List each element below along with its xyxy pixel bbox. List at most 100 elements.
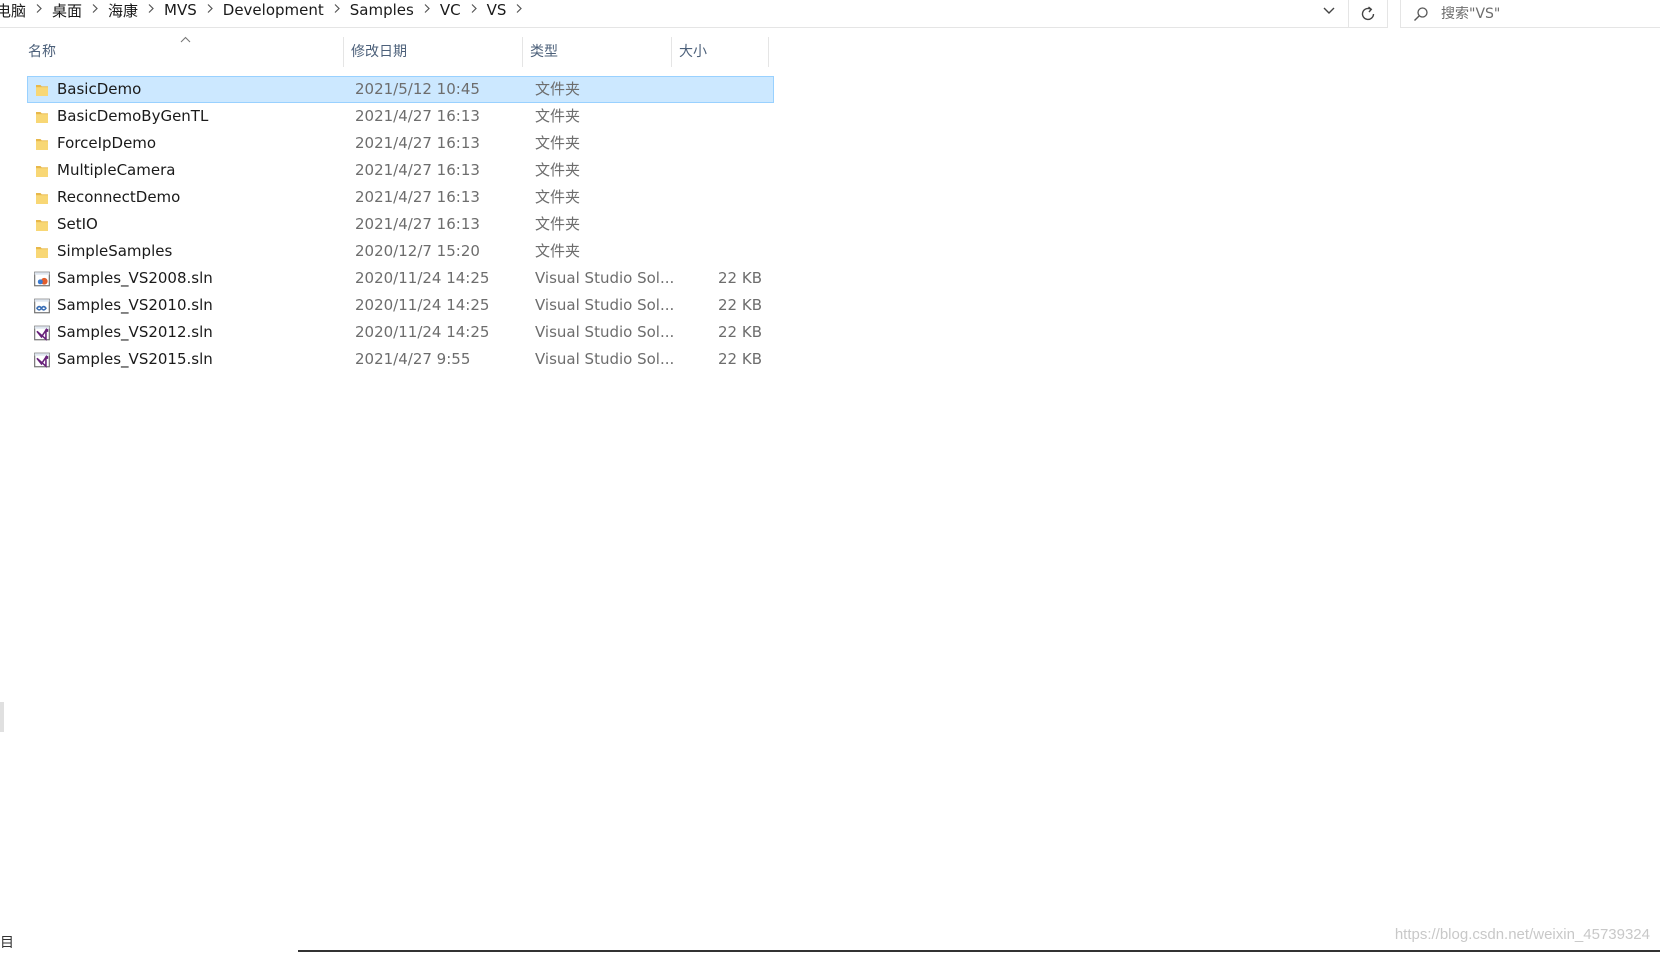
search-input[interactable] xyxy=(1441,5,1641,22)
file-modified-date: 2021/4/27 16:13 xyxy=(355,188,480,206)
file-size xyxy=(718,131,798,156)
breadcrumb: 电脑 桌面 海康 MVS Development Samples VC VS xyxy=(0,0,532,20)
file-name: Samples_VS2015.sln xyxy=(57,350,213,368)
file-type: Visual Studio Sol... xyxy=(535,350,675,368)
refresh-icon xyxy=(1361,5,1375,20)
file-name: SimpleSamples xyxy=(57,242,173,260)
file-modified-date: 2021/5/12 10:45 xyxy=(355,80,480,98)
file-size xyxy=(718,239,798,264)
file-size xyxy=(718,212,798,237)
column-header-size[interactable]: 大小 xyxy=(672,33,768,69)
file-size: 22 KB xyxy=(718,323,762,341)
file-modified-date: 2021/4/27 9:55 xyxy=(355,350,471,368)
file-row[interactable]: ForceIpDemo 2021/4/27 16:13 文件夹 xyxy=(27,130,774,157)
file-modified-date: 2021/4/27 16:13 xyxy=(355,134,480,152)
column-header-date[interactable]: 修改日期 xyxy=(344,33,522,69)
file-type: 文件夹 xyxy=(535,134,581,152)
file-row[interactable]: Samples_VS2010.sln 2020/11/24 14:25 Visual… xyxy=(27,292,774,319)
details-view-icon[interactable]: 目 xyxy=(0,932,14,952)
file-size xyxy=(718,185,798,210)
file-row[interactable]: SimpleSamples 2020/12/7 15:20 文件夹 xyxy=(27,238,774,265)
file-row[interactable]: Samples_VS2015.sln 2021/4/27 9:55 Visual S… xyxy=(27,346,774,373)
folder-icon xyxy=(32,239,52,264)
file-row[interactable]: SetIO 2021/4/27 16:13 文件夹 xyxy=(27,211,774,238)
file-size: 22 KB xyxy=(718,269,762,287)
file-size: 22 KB xyxy=(718,350,762,368)
file-modified-date: 2020/11/24 14:25 xyxy=(355,323,490,341)
file-row[interactable]: Samples_VS2008.sln 2020/11/24 14:25 Visual… xyxy=(27,265,774,292)
folder-icon xyxy=(32,185,52,210)
file-size: 22 KB xyxy=(718,296,762,314)
refresh-button[interactable] xyxy=(1348,0,1388,28)
breadcrumb-item[interactable]: VC xyxy=(440,1,461,19)
column-header-type[interactable]: 类型 xyxy=(523,33,671,69)
column-header-name-label: 名称 xyxy=(28,44,56,60)
search-box[interactable] xyxy=(1400,0,1660,28)
file-row[interactable]: MultipleCamera 2021/4/27 16:13 文件夹 xyxy=(27,157,774,184)
file-modified-date: 2020/12/7 15:20 xyxy=(355,242,480,260)
file-modified-date: 2021/4/27 16:13 xyxy=(355,215,480,233)
vs2010-solution-icon xyxy=(32,293,52,318)
address-history-button[interactable] xyxy=(1314,0,1344,22)
column-header-date-label: 修改日期 xyxy=(351,44,407,60)
breadcrumb-chevron-icon[interactable] xyxy=(26,3,52,18)
file-type: 文件夹 xyxy=(535,80,581,98)
column-header-type-label: 类型 xyxy=(530,44,558,60)
file-size xyxy=(718,104,798,129)
chevron-down-icon xyxy=(1323,7,1335,14)
file-name: SetIO xyxy=(57,215,98,233)
breadcrumb-item[interactable]: MVS xyxy=(164,1,197,19)
file-modified-date: 2021/4/27 16:13 xyxy=(355,107,480,125)
column-header-name[interactable]: 名称 xyxy=(21,33,329,69)
file-type: 文件夹 xyxy=(535,215,581,233)
breadcrumb-item[interactable]: 电脑 xyxy=(0,0,26,21)
column-headers: 名称 修改日期 类型 大小 xyxy=(0,33,780,69)
breadcrumb-chevron-icon[interactable] xyxy=(138,3,164,18)
file-name: ForceIpDemo xyxy=(57,134,157,152)
breadcrumb-chevron-icon[interactable] xyxy=(197,3,223,18)
breadcrumb-item[interactable]: 海康 xyxy=(108,0,138,21)
breadcrumb-item[interactable]: Development xyxy=(223,1,324,19)
vs2008-solution-icon xyxy=(32,266,52,291)
file-modified-date: 2020/11/24 14:25 xyxy=(355,269,490,287)
file-row[interactable]: Samples_VS2012.sln 2020/11/24 14:25 Visual… xyxy=(27,319,774,346)
file-size xyxy=(718,158,798,183)
breadcrumb-chevron-icon[interactable] xyxy=(461,3,487,18)
breadcrumb-item[interactable]: 桌面 xyxy=(52,0,82,21)
breadcrumb-item[interactable]: Samples xyxy=(350,1,414,19)
file-name: BasicDemoByGenTL xyxy=(57,107,209,125)
breadcrumb-chevron-icon[interactable] xyxy=(82,3,108,18)
column-header-size-label: 大小 xyxy=(679,44,707,60)
file-type: Visual Studio Sol... xyxy=(535,323,675,341)
file-name: ReconnectDemo xyxy=(57,188,181,206)
file-type: Visual Studio Sol... xyxy=(535,269,675,287)
file-type: Visual Studio Sol... xyxy=(535,296,675,314)
column-divider[interactable] xyxy=(768,37,769,67)
file-name: Samples_VS2012.sln xyxy=(57,323,213,341)
file-row[interactable]: BasicDemoByGenTL 2021/4/27 16:13 文件夹 xyxy=(27,103,774,130)
file-type: 文件夹 xyxy=(535,107,581,125)
address-bar[interactable]: 电脑 桌面 海康 MVS Development Samples VC VS xyxy=(0,0,1348,28)
folder-icon xyxy=(32,104,52,129)
file-list[interactable]: BasicDemo 2021/5/12 10:45 文件夹 BasicDemoByGe… xyxy=(27,76,774,373)
file-modified-date: 2020/11/24 14:25 xyxy=(355,296,490,314)
vs2012-solution-icon xyxy=(32,320,52,345)
file-name: BasicDemo xyxy=(57,80,142,98)
file-type: 文件夹 xyxy=(535,242,581,260)
file-size xyxy=(718,77,798,102)
breadcrumb-chevron-icon[interactable] xyxy=(506,3,532,18)
file-modified-date: 2021/4/27 16:13 xyxy=(355,161,480,179)
navigation-pane-edge[interactable] xyxy=(0,702,4,732)
search-icon-button[interactable] xyxy=(1401,3,1441,25)
watermark: https://blog.csdn.net/weixin_45739324 xyxy=(1394,926,1650,943)
file-name: Samples_VS2010.sln xyxy=(57,296,213,314)
folder-icon xyxy=(32,212,52,237)
folder-icon xyxy=(32,131,52,156)
breadcrumb-item[interactable]: VS xyxy=(487,1,507,19)
breadcrumb-chevron-icon[interactable] xyxy=(414,3,440,18)
file-row[interactable]: BasicDemo 2021/5/12 10:45 文件夹 xyxy=(27,76,774,103)
file-type: 文件夹 xyxy=(535,188,581,206)
breadcrumb-chevron-icon[interactable] xyxy=(324,3,350,18)
sort-ascending-icon xyxy=(180,33,191,46)
file-row[interactable]: ReconnectDemo 2021/4/27 16:13 文件夹 xyxy=(27,184,774,211)
